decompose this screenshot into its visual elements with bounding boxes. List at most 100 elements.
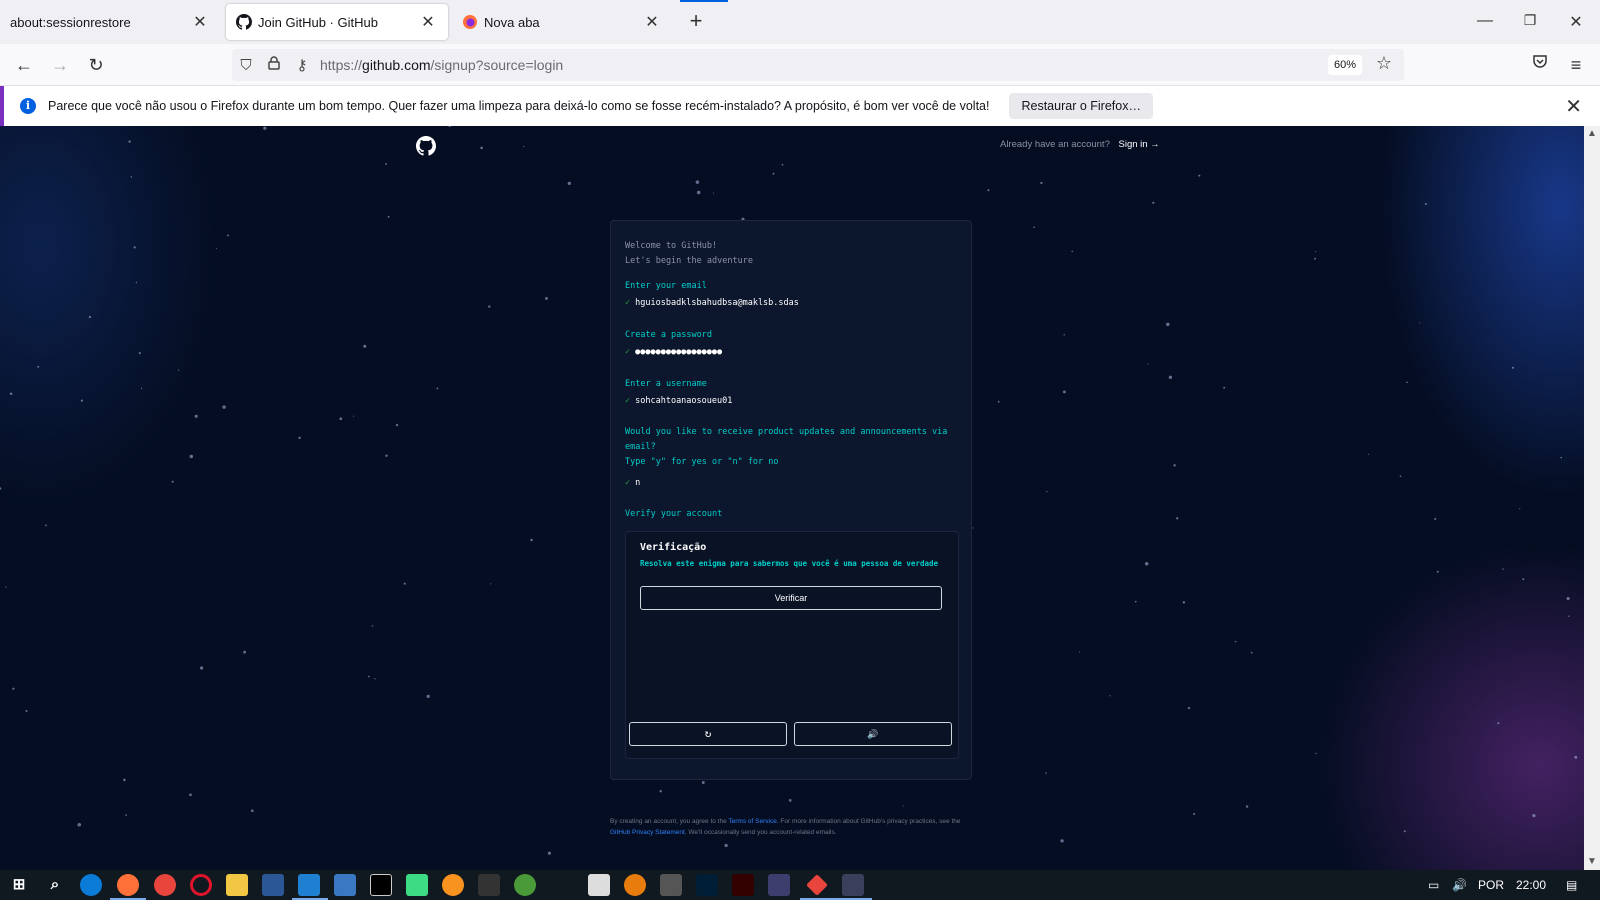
vscode-icon[interactable]	[298, 874, 320, 896]
star-dot	[140, 387, 143, 390]
app-icon[interactable]	[442, 874, 464, 896]
app-icon[interactable]	[842, 874, 864, 896]
password-field[interactable]: ✓ ●●●●●●●●●●●●●●●●●	[625, 347, 722, 357]
edge-icon[interactable]	[80, 874, 102, 896]
restore-icon[interactable]: ❐	[1520, 12, 1540, 29]
url-text[interactable]: https://github.com/signup?source=login	[320, 57, 563, 73]
star-dot	[298, 436, 301, 440]
signin-link[interactable]: Sign in →	[1119, 139, 1160, 150]
terms-text: . For more information about GitHub's pr…	[776, 818, 961, 825]
star-dot	[1062, 390, 1066, 394]
star-dot	[1168, 375, 1173, 380]
star-dot	[1424, 202, 1427, 206]
lock-icon[interactable]	[260, 56, 288, 74]
updates-hint: Type "y" for yes or "n" for no	[625, 457, 779, 467]
tab-join-github[interactable]: Join GitHub · GitHub ✕	[226, 4, 448, 40]
network-icon[interactable]: ▭	[1428, 878, 1439, 892]
star-dot	[1079, 651, 1081, 653]
username-field[interactable]: ✓ sohcahtoanaosoueu01	[625, 396, 732, 406]
star-dot	[781, 163, 784, 166]
unity-icon[interactable]	[588, 874, 610, 896]
lightbulb-icon[interactable]	[550, 874, 572, 896]
star-dot	[1033, 226, 1035, 228]
star-dot	[130, 176, 133, 178]
volume-icon[interactable]: 🔊	[1452, 878, 1467, 892]
terminal-icon[interactable]	[478, 874, 500, 896]
github-logo-icon[interactable]	[416, 136, 436, 156]
zoom-indicator[interactable]: 60%	[1327, 55, 1362, 75]
forward-icon[interactable]: →	[48, 53, 72, 77]
restore-firefox-button[interactable]: Restaurar o Firefox…	[1009, 93, 1153, 119]
tab-nova-aba[interactable]: Nova aba ✕	[452, 0, 672, 44]
scroll-up-icon[interactable]: ▲	[1584, 126, 1600, 142]
back-icon[interactable]: ←	[12, 53, 36, 77]
chrome-icon[interactable]	[154, 874, 176, 896]
git-icon[interactable]	[806, 874, 828, 896]
scroll-down-icon[interactable]: ▼	[1584, 854, 1600, 870]
close-icon[interactable]: ✕	[642, 12, 662, 32]
page-scrollbar[interactable]: ▲ ▼	[1584, 126, 1600, 870]
opera-icon[interactable]	[190, 874, 212, 896]
star-dot	[448, 126, 451, 128]
page-content: Already have an account? Sign in → Welco…	[0, 126, 1584, 870]
clock[interactable]: 22:00	[1516, 878, 1546, 892]
window-close-icon[interactable]: ✕	[1566, 12, 1586, 32]
pycharm-icon[interactable]	[370, 874, 392, 896]
key-icon[interactable]: ⚷	[288, 56, 316, 74]
star-dot	[123, 778, 126, 782]
star-dot	[1198, 174, 1201, 177]
star-dot	[1245, 805, 1249, 808]
notification-bar: i Parece que você não usou o Firefox dur…	[0, 86, 1600, 126]
shield-icon[interactable]: ⛉	[232, 57, 260, 74]
terms-text: . We'll occasionally send you account-re…	[684, 829, 837, 836]
star-dot	[997, 400, 1000, 403]
app-icon[interactable]	[514, 874, 536, 896]
close-icon[interactable]: ✕	[190, 12, 210, 32]
star-dot	[403, 582, 406, 585]
welcome-subline: Let's begin the adventure	[625, 256, 753, 266]
star-dot	[395, 423, 399, 427]
tab-sessionrestore[interactable]: about:sessionrestore ✕	[0, 0, 220, 44]
notifications-icon[interactable]: ▤	[1566, 878, 1577, 892]
menu-icon[interactable]: ≡	[1564, 53, 1588, 77]
star-dot	[1436, 570, 1439, 573]
star-dot	[1497, 722, 1500, 725]
star-dot	[701, 781, 705, 784]
refresh-challenge-button[interactable]: ↻	[629, 722, 787, 746]
terms-notice: By creating an account, you agree to the…	[610, 816, 976, 838]
privacy-statement-link[interactable]: GitHub Privacy Statement	[610, 829, 685, 836]
verify-button[interactable]: Verificar	[640, 586, 942, 610]
language-indicator[interactable]: POR	[1478, 878, 1504, 892]
star-dot	[1315, 752, 1317, 755]
reload-icon[interactable]: ↻	[84, 53, 108, 77]
app-icon[interactable]	[768, 874, 790, 896]
close-icon[interactable]: ✕	[418, 12, 438, 32]
terms-of-service-link[interactable]: Terms of Service	[728, 818, 776, 825]
audio-challenge-button[interactable]: 🔊	[794, 722, 952, 746]
star-dot	[77, 822, 82, 827]
photoshop-icon[interactable]	[696, 874, 718, 896]
star-dot	[436, 387, 439, 390]
updates-field[interactable]: ✓ n	[625, 478, 640, 488]
search-icon[interactable]: ⌕	[44, 874, 66, 896]
star-dot	[171, 480, 174, 483]
app-icon[interactable]	[262, 874, 284, 896]
new-tab-button[interactable]: +	[684, 10, 708, 34]
blender-icon[interactable]	[624, 874, 646, 896]
pocket-icon[interactable]	[1528, 53, 1552, 77]
app-icon[interactable]	[334, 874, 356, 896]
verification-panel: Verificação Resolva este enigma para sab…	[625, 531, 959, 759]
minimize-icon[interactable]: —	[1475, 12, 1495, 30]
star-dot	[5, 586, 7, 588]
windows-start-icon[interactable]: ⊞	[8, 874, 30, 896]
app-icon[interactable]	[660, 874, 682, 896]
illustrator-icon[interactable]	[732, 874, 754, 896]
star-dot	[530, 538, 533, 542]
file-explorer-icon[interactable]	[226, 874, 248, 896]
address-bar[interactable]: ⛉ ⚷ https://github.com/signup?source=log…	[232, 49, 1404, 81]
close-icon[interactable]: ✕	[1565, 94, 1582, 119]
email-field[interactable]: ✓ hguiosbadklsbahudbsa@maklsb.sdas	[625, 298, 799, 308]
android-studio-icon[interactable]	[406, 874, 428, 896]
firefox-icon[interactable]	[117, 874, 139, 896]
bookmark-star-icon[interactable]: ☆	[1376, 53, 1392, 74]
